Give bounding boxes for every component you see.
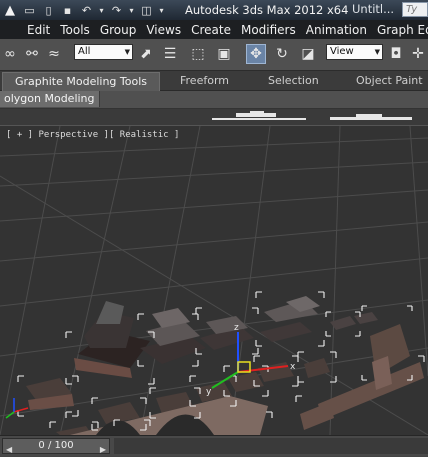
z-axis-label: z xyxy=(234,323,239,333)
polygon-modeling-panel-label[interactable]: olygon Modeling xyxy=(0,91,100,107)
use-pivot-center-icon[interactable]: ◘ xyxy=(386,44,406,64)
link-icon[interactable]: ∞ xyxy=(0,44,20,64)
open-file-icon[interactable]: ▯ xyxy=(41,3,56,18)
select-and-rotate-icon[interactable]: ↻ xyxy=(272,44,292,64)
chevron-down-icon: ▼ xyxy=(124,48,130,56)
quick-access-dropdown-icon[interactable]: ▾ xyxy=(157,3,166,18)
ribbon-preview-strip xyxy=(0,109,428,125)
tab-freeform[interactable]: Freeform xyxy=(180,74,229,87)
view-axis-tripod xyxy=(5,398,29,419)
ribbon-panel-bar: olygon Modeling xyxy=(0,91,428,109)
new-file-icon[interactable]: ▭ xyxy=(22,3,37,18)
menu-views[interactable]: Views xyxy=(141,23,186,37)
timeline-track[interactable] xyxy=(114,438,428,454)
frame-counter: 0 / 100 xyxy=(38,440,74,451)
menu-animation[interactable]: Animation xyxy=(301,23,372,37)
ribbon-tabs: Graphite Modeling Tools Freeform Selecti… xyxy=(0,71,428,91)
search-input[interactable]: Ty xyxy=(402,2,428,17)
project-folder-icon[interactable]: ◫ xyxy=(139,3,154,18)
select-by-name-icon[interactable]: ☰ xyxy=(160,44,180,64)
rectangular-selection-icon[interactable]: ⬚ xyxy=(188,44,208,64)
menu-create[interactable]: Create xyxy=(186,23,236,37)
select-manipulate-icon[interactable]: ✛ xyxy=(408,44,428,64)
select-object-icon[interactable]: ⬈ xyxy=(136,44,156,64)
window-title: Autodesk 3ds Max 2012 x64 xyxy=(185,3,349,17)
time-slider-bar: ◀ 0 / 100 ▶ xyxy=(0,435,428,456)
select-and-move-icon[interactable]: ✥ xyxy=(246,44,266,64)
chevron-down-icon: ▼ xyxy=(374,48,380,56)
menu-group[interactable]: Group xyxy=(95,23,142,37)
viewport-label[interactable]: [ + ] Perspective ][ Realistic ] xyxy=(6,130,179,140)
save-icon[interactable]: ▪ xyxy=(60,3,75,18)
redo-dropdown-icon[interactable]: ▾ xyxy=(127,3,136,18)
window-crossing-icon[interactable]: ▣ xyxy=(214,44,234,64)
undo-icon[interactable]: ↶ xyxy=(79,3,94,18)
selection-filter-value: All xyxy=(78,46,91,57)
perspective-viewport[interactable]: x y z [ + ] Perspective ][ Realistic ] xyxy=(0,125,428,435)
y-axis-label: y xyxy=(206,387,212,397)
undo-dropdown-icon[interactable]: ▾ xyxy=(97,3,106,18)
tab-selection[interactable]: Selection xyxy=(268,74,319,87)
menu-graph-editors[interactable]: Graph Edi xyxy=(372,23,428,37)
bind-space-warp-icon[interactable]: ≈ xyxy=(44,44,64,64)
select-and-scale-icon[interactable]: ◪ xyxy=(298,44,318,64)
main-toolbar: ∞ ⚯ ≈ All ▼ ⬈ ☰ ⬚ ▣ ✥ ↻ ◪ View ▼ ◘ ✛ xyxy=(0,39,428,71)
app-logo-icon[interactable]: ▲ xyxy=(0,0,20,20)
selection-filter-dropdown[interactable]: All ▼ xyxy=(74,44,133,60)
time-slider[interactable]: ◀ 0 / 100 ▶ xyxy=(2,438,110,454)
model-silhouette-preview xyxy=(212,111,412,120)
tab-object-paint[interactable]: Object Paint xyxy=(356,74,423,87)
title-bar: ▲ ▭ ▯ ▪ ↶ ▾ ↷ ▾ ◫ ▾ Autodesk 3ds Max 201… xyxy=(0,0,428,20)
tab-graphite-modeling-tools[interactable]: Graphite Modeling Tools xyxy=(2,72,161,91)
menu-modifiers[interactable]: Modifiers xyxy=(236,23,301,37)
viewport-scene[interactable]: x y z xyxy=(0,126,428,435)
unlink-icon[interactable]: ⚯ xyxy=(22,44,42,64)
reference-coordinate-dropdown[interactable]: View ▼ xyxy=(326,44,383,60)
redo-icon[interactable]: ↷ xyxy=(109,3,124,18)
x-axis-label: x xyxy=(290,362,296,372)
document-name: Untitl... xyxy=(352,2,395,16)
menu-bar: Edit Tools Group Views Create Modifiers … xyxy=(0,20,428,39)
menu-edit[interactable]: Edit xyxy=(22,23,55,37)
reference-coordinate-value: View xyxy=(330,46,354,57)
menu-tools[interactable]: Tools xyxy=(55,23,95,37)
